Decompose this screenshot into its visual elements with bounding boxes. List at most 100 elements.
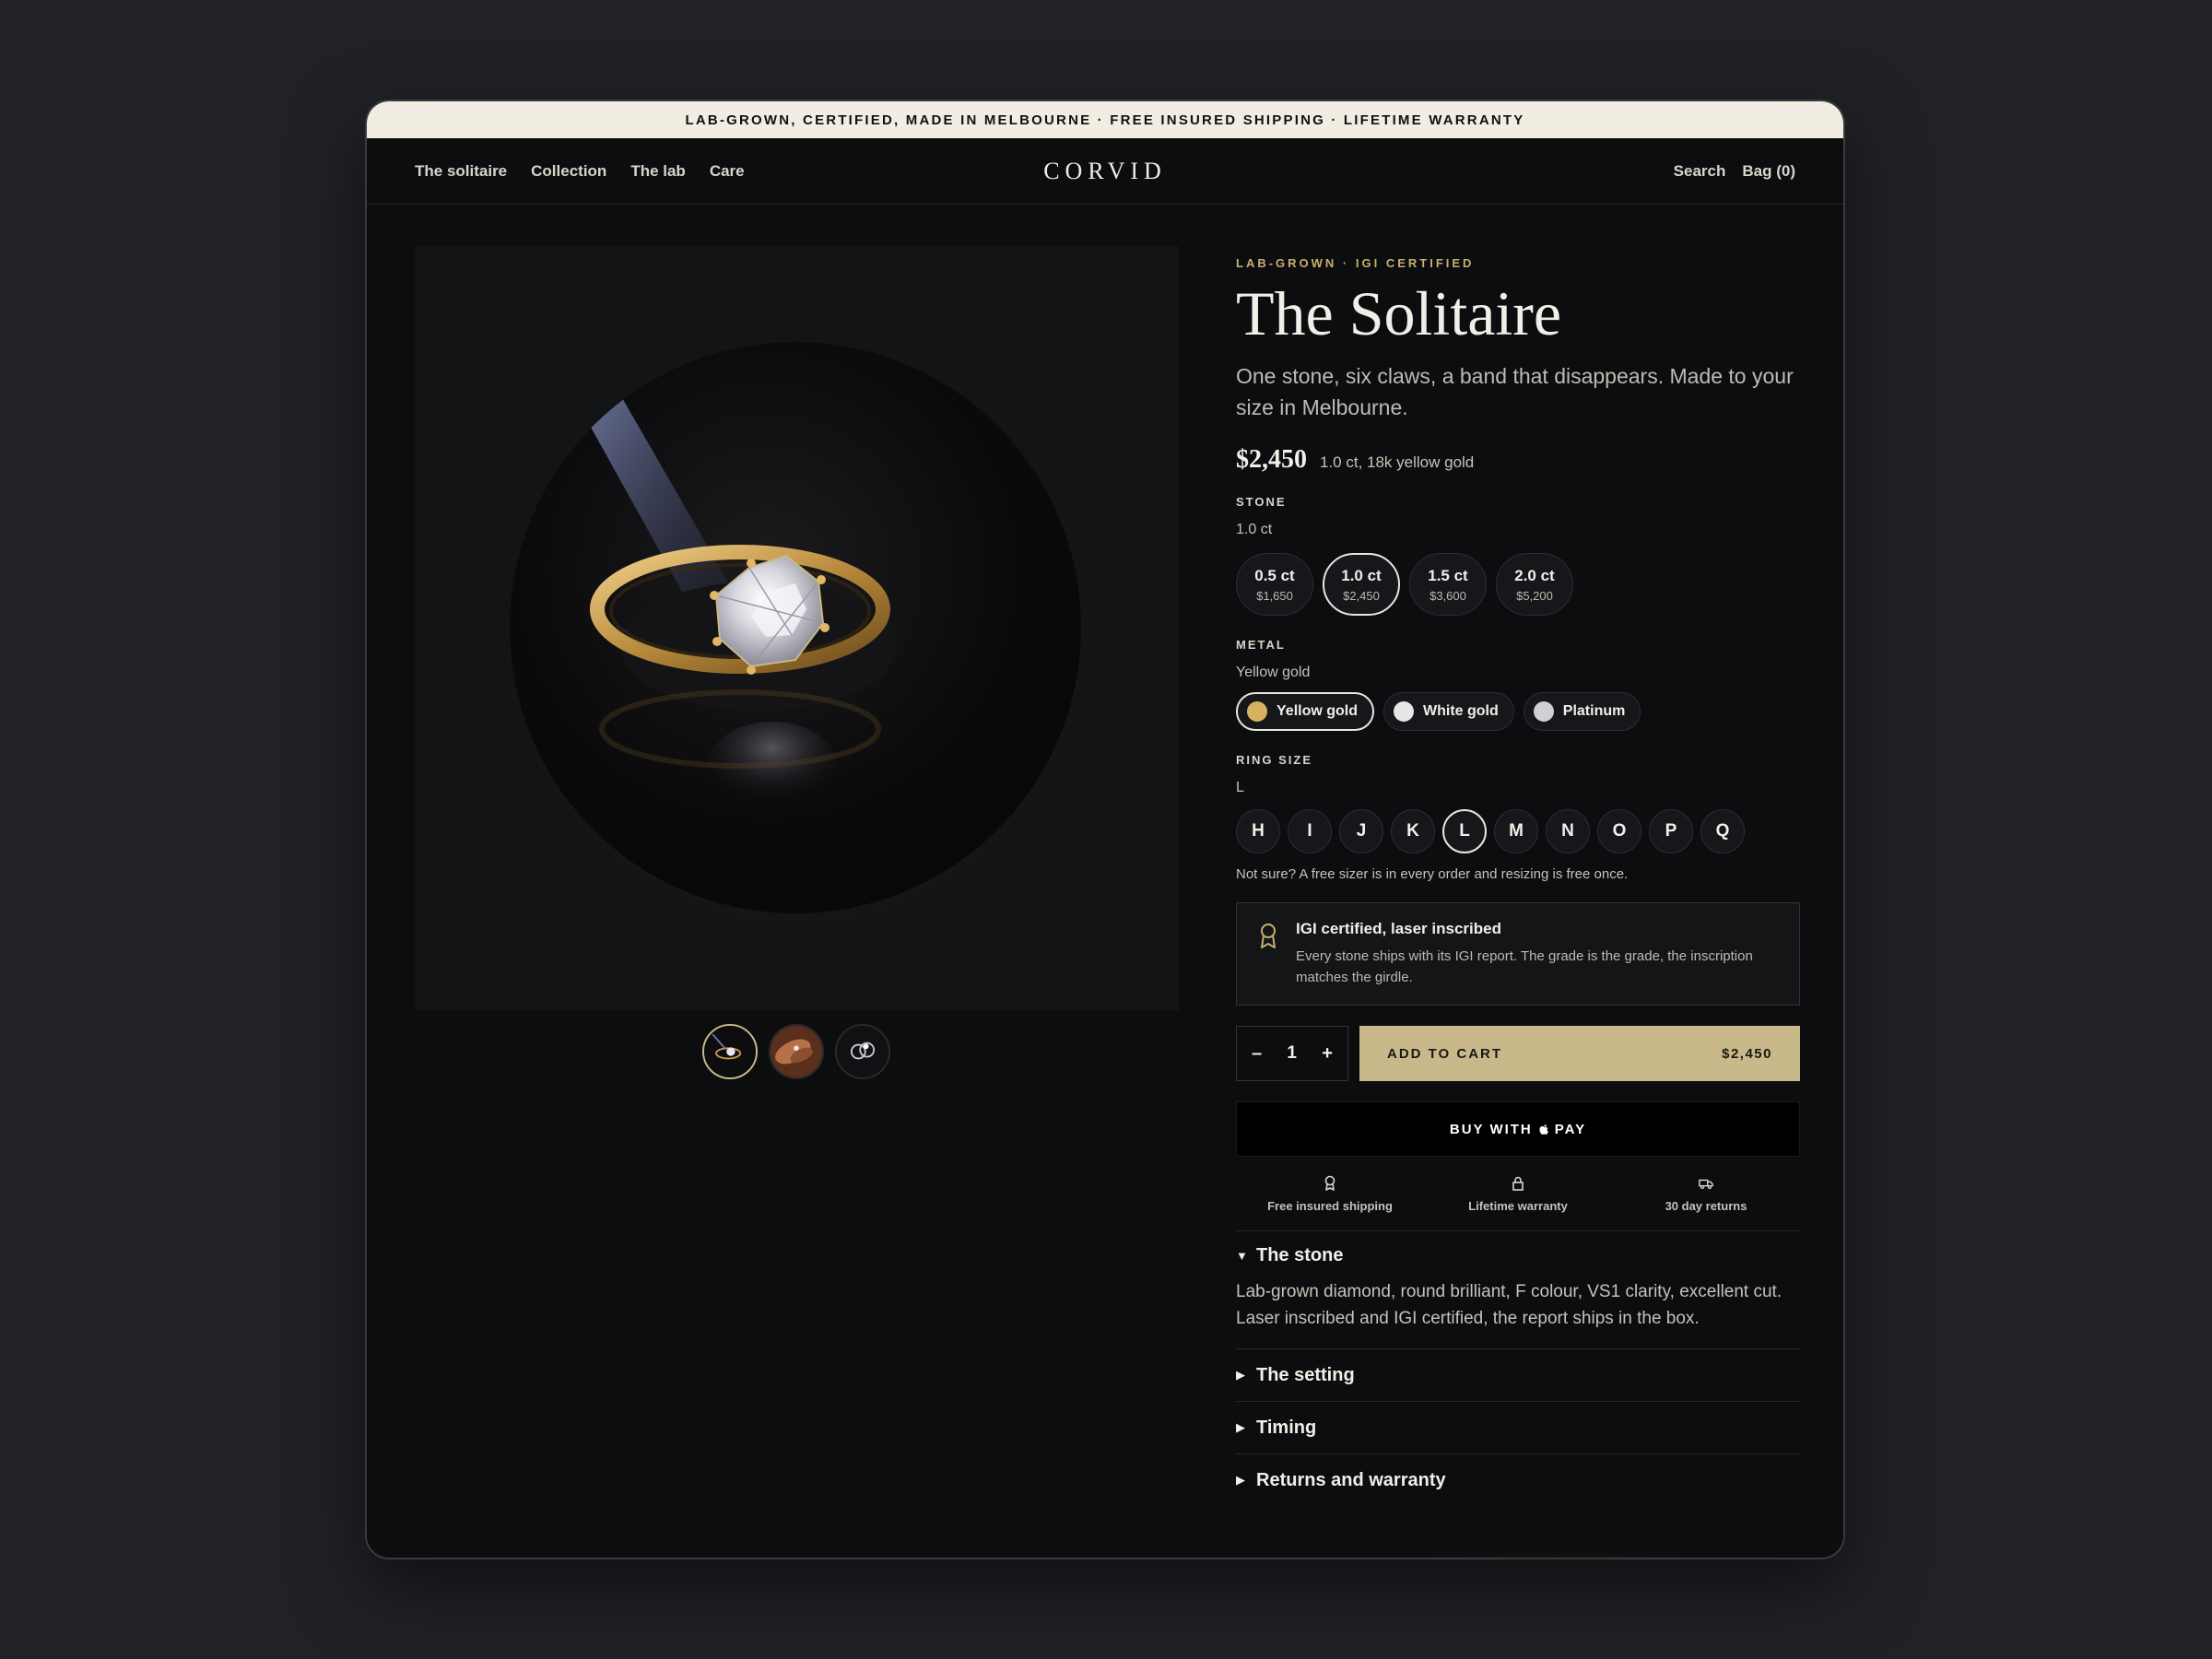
cart-row: – 1 + ADD TO CART $2,450 — [1236, 1026, 1800, 1082]
stone-carat: 2.0 ct — [1514, 566, 1555, 584]
nav-link-care[interactable]: Care — [710, 162, 745, 181]
product-gallery — [415, 246, 1179, 1010]
stone-option-1-5ct[interactable]: 1.5 ct $3,600 — [1409, 553, 1487, 617]
product-price: $2,450 — [1236, 445, 1307, 475]
stone-selector: 0.5 ct $1,650 1.0 ct $2,450 1.5 ct $3,60… — [1236, 553, 1800, 617]
price-row: $2,450 1.0 ct, 18k yellow gold — [1236, 445, 1800, 475]
yellow-gold-swatch — [1247, 701, 1267, 723]
primary-nav: The solitaire Collection The lab Care — [415, 162, 745, 181]
price-note: 1.0 ct, 18k yellow gold — [1320, 453, 1475, 472]
stone-price: $3,600 — [1430, 588, 1466, 603]
size-option-l[interactable]: L — [1442, 809, 1487, 854]
ring-illustration — [574, 379, 897, 810]
certification-body: Every stone ships with its IGI report. T… — [1296, 948, 1753, 986]
brand-logo[interactable]: CORVID — [1043, 158, 1167, 185]
product-subtitle: One stone, six claws, a band that disapp… — [1236, 364, 1794, 419]
caret-right-icon: ▶ — [1236, 1473, 1245, 1488]
accordion-toggle-timing[interactable]: ▶ Timing — [1236, 1402, 1800, 1453]
metal-label: METAL — [1236, 638, 1286, 653]
size-option-j[interactable]: J — [1339, 809, 1383, 854]
quantity-increase-button[interactable]: + — [1322, 1043, 1333, 1065]
thumbnail-ring-on-dark[interactable] — [702, 1024, 758, 1079]
product-title: The Solitaire — [1236, 278, 1562, 348]
metal-option: METAL Yellow gold Yellow gold White gold… — [1236, 638, 1800, 732]
accordion-item-the-setting: ▶ The setting — [1236, 1349, 1800, 1403]
thumbnail-ring-on-hand[interactable] — [769, 1024, 824, 1079]
ring-size-label: RING SIZE — [1236, 753, 1313, 768]
perk-warranty: Lifetime warranty — [1424, 1175, 1612, 1223]
stone-carat: 1.5 ct — [1428, 566, 1468, 584]
caret-down-icon: ▼ — [1236, 1248, 1248, 1263]
bag-link[interactable]: Bag (0) — [1742, 162, 1795, 181]
thumbnail-strip — [702, 1024, 890, 1079]
stone-carat: 1.0 ct — [1341, 566, 1382, 584]
accordion-title: The stone — [1256, 1244, 1344, 1265]
nav-link-collection[interactable]: Collection — [531, 162, 606, 181]
award-icon — [1261, 924, 1276, 949]
search-link[interactable]: Search — [1674, 162, 1726, 181]
stone-label: STONE — [1236, 495, 1287, 510]
size-option-i[interactable]: I — [1288, 809, 1332, 854]
accordion-title: The setting — [1256, 1364, 1355, 1385]
quantity-stepper: – 1 + — [1236, 1026, 1348, 1082]
truck-icon — [1699, 1179, 1713, 1190]
metal-option-platinum[interactable]: Platinum — [1523, 692, 1641, 732]
quantity-decrease-button[interactable]: – — [1252, 1043, 1262, 1065]
size-option-k[interactable]: K — [1391, 809, 1435, 854]
perk-shipping: Free insured shipping — [1236, 1175, 1424, 1223]
nav-link-the-solitaire[interactable]: The solitaire — [415, 162, 507, 181]
certification-callout: IGI certified, laser inscribed Every sto… — [1236, 902, 1800, 1006]
product-photo[interactable] — [510, 342, 1081, 913]
stone-option-1-0ct[interactable]: 1.0 ct $2,450 — [1323, 553, 1400, 617]
apple-icon — [1539, 1124, 1548, 1135]
thumbnail-ring-pair[interactable] — [835, 1024, 890, 1079]
bottom-glow — [1307, 1550, 1805, 1558]
accordion-body-the-stone: Lab-grown diamond, round brilliant, F co… — [1236, 1282, 1783, 1328]
perks-row: Free insured shipping Lifetime warranty … — [1236, 1175, 1800, 1223]
perk-returns: 30 day returns — [1612, 1175, 1800, 1223]
caret-right-icon: ▶ — [1236, 1368, 1245, 1382]
accordion-toggle-returns-and-warranty[interactable]: ▶ Returns and warranty — [1236, 1454, 1800, 1506]
size-option-h[interactable]: H — [1236, 809, 1280, 854]
metal-name: Platinum — [1562, 703, 1626, 720]
add-to-cart-button[interactable]: ADD TO CART $2,450 — [1359, 1026, 1800, 1082]
stone-selected-value: 1.0 ct — [1236, 522, 1273, 538]
quantity-value: 1 — [1287, 1043, 1297, 1064]
ring-size-selected-value: L — [1236, 780, 1244, 796]
white-gold-swatch — [1394, 701, 1415, 723]
stone-option-0-5ct[interactable]: 0.5 ct $1,650 — [1236, 553, 1313, 617]
lock-icon — [1512, 1176, 1524, 1191]
metal-option-white-gold[interactable]: White gold — [1383, 692, 1514, 732]
stone-option-2-0ct[interactable]: 2.0 ct $5,200 — [1496, 553, 1573, 617]
size-option-o[interactable]: O — [1597, 809, 1641, 854]
size-option-q[interactable]: Q — [1700, 809, 1745, 854]
accordion-toggle-the-setting[interactable]: ▶ The setting — [1236, 1349, 1800, 1401]
size-option-p[interactable]: P — [1649, 809, 1693, 854]
ring-size-option: RING SIZE L H I J K L M N O P Q Not sure… — [1236, 753, 1800, 882]
product-details: LAB-GROWN · IGI CERTIFIED The Solitaire … — [1236, 256, 1800, 1506]
ring-size-selector: H I J K L M N O P Q — [1236, 809, 1800, 854]
accordion-title: Timing — [1256, 1417, 1317, 1438]
stone-carat: 0.5 ct — [1254, 566, 1295, 584]
accordion-toggle-the-stone[interactable]: ▼ The stone — [1236, 1231, 1800, 1279]
stone-option: STONE 1.0 ct 0.5 ct $1,650 1.0 ct $2,450… — [1236, 495, 1800, 617]
nav-link-the-lab[interactable]: The lab — [630, 162, 686, 181]
metal-selected-value: Yellow gold — [1236, 665, 1311, 681]
perk-label: 30 day returns — [1665, 1199, 1747, 1214]
add-to-cart-label: ADD TO CART — [1387, 1045, 1503, 1062]
perk-label: Free insured shipping — [1267, 1199, 1393, 1214]
size-option-n[interactable]: N — [1546, 809, 1590, 854]
apple-pay-button[interactable]: BUY WITH PAY — [1236, 1101, 1800, 1158]
metal-name: White gold — [1423, 703, 1499, 720]
stone-price: $2,450 — [1343, 588, 1380, 603]
platinum-swatch — [1533, 701, 1554, 723]
metal-name: Yellow gold — [1277, 703, 1359, 720]
metal-option-yellow-gold[interactable]: Yellow gold — [1236, 692, 1375, 732]
accordion-item-returns-and-warranty: ▶ Returns and warranty — [1236, 1454, 1800, 1506]
stone-price: $1,650 — [1256, 588, 1293, 603]
stone-price: $5,200 — [1516, 588, 1553, 603]
caret-right-icon: ▶ — [1236, 1420, 1245, 1435]
add-to-cart-price: $2,450 — [1722, 1045, 1772, 1062]
size-option-m[interactable]: M — [1494, 809, 1538, 854]
product-eyebrow: LAB-GROWN · IGI CERTIFIED — [1236, 256, 1475, 270]
